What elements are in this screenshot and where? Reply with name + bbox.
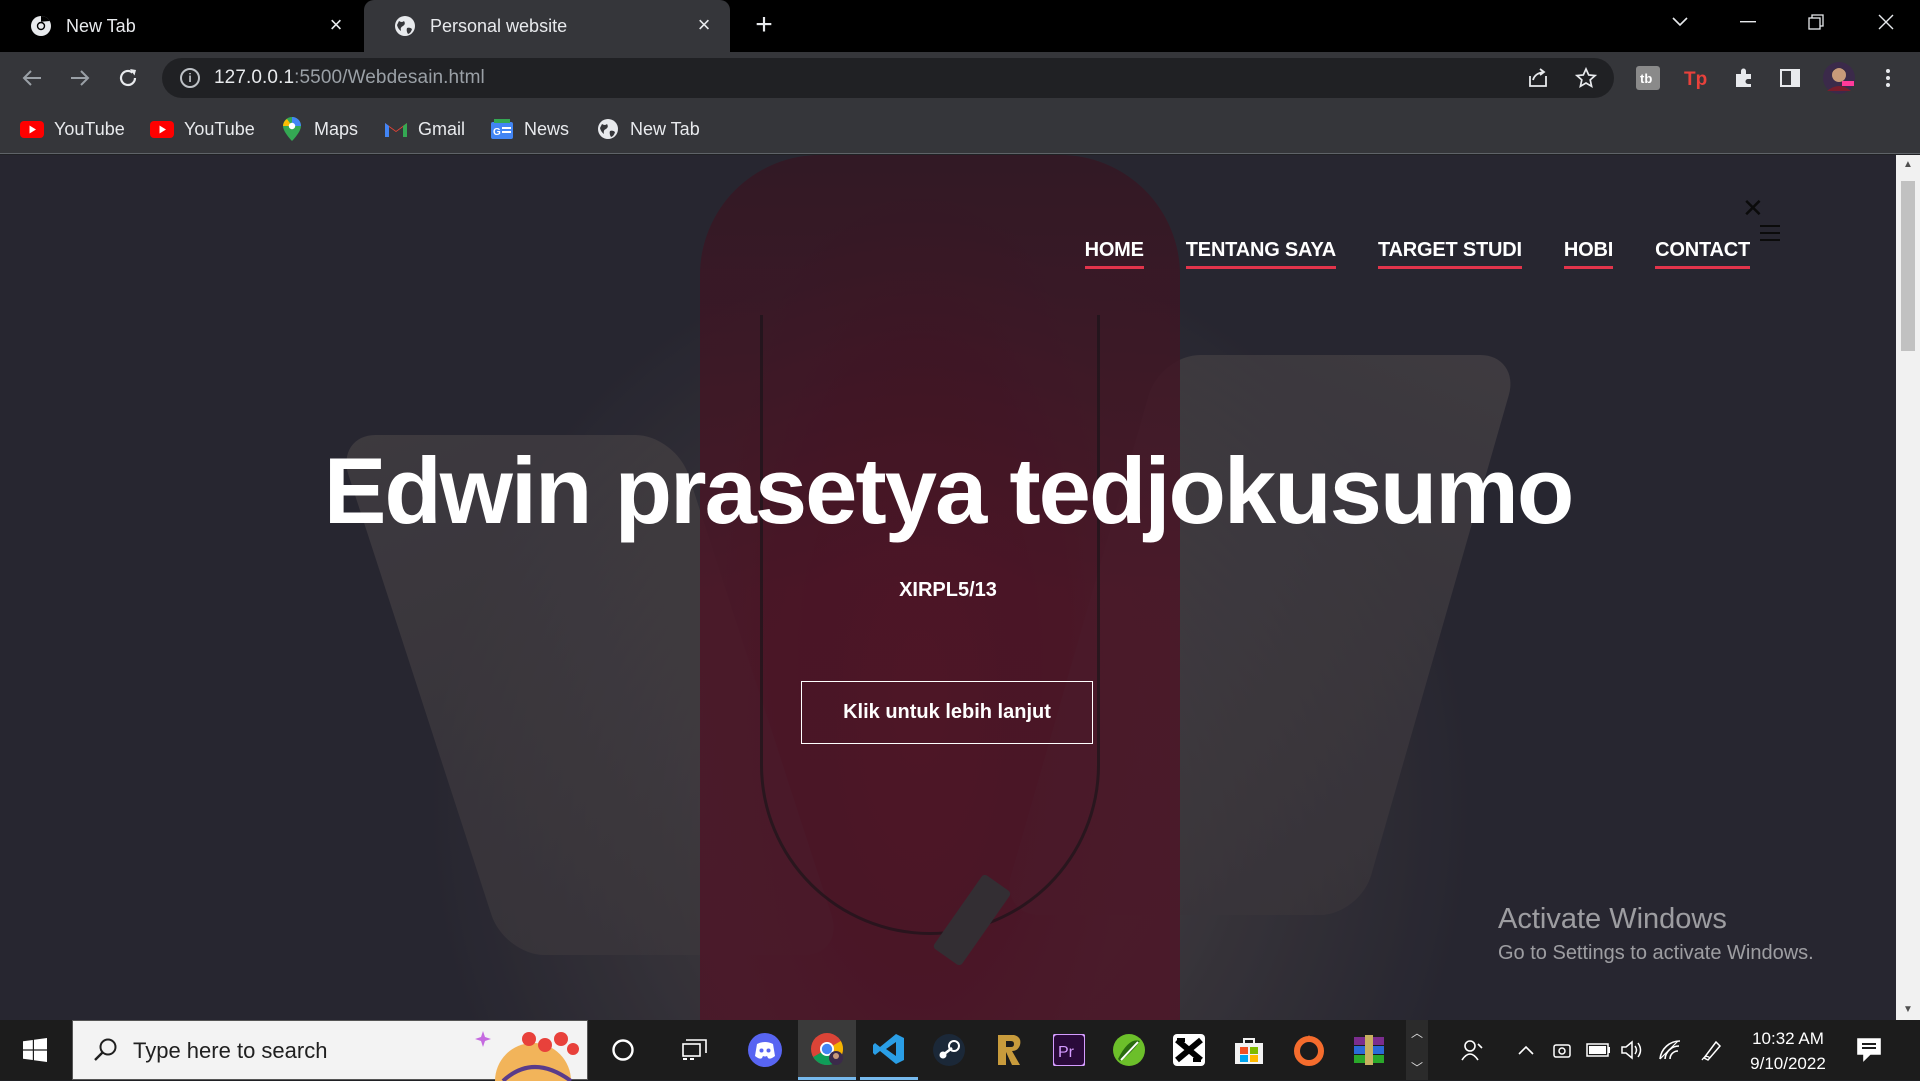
gmail-icon: [384, 119, 408, 139]
people-icon[interactable]: [1460, 1038, 1484, 1062]
chrome-menu-icon[interactable]: [1874, 64, 1902, 92]
extensions-puzzle-icon[interactable]: [1730, 64, 1758, 92]
youtube-icon: [20, 119, 44, 139]
chrome-icon: [30, 15, 52, 37]
bookmark-youtube[interactable]: YouTube: [150, 116, 255, 142]
svg-text:tb: tb: [1640, 71, 1652, 86]
page-scrollbar[interactable]: ▲ ▼: [1896, 155, 1920, 1020]
camera-tray-icon[interactable]: [1550, 1038, 1574, 1062]
close-tab-icon[interactable]: ×: [692, 13, 716, 37]
forward-button[interactable]: [62, 60, 98, 96]
scrollbar-thumb[interactable]: [1901, 181, 1915, 351]
globe-icon: [394, 15, 416, 37]
bookmark-star-icon[interactable]: [1572, 64, 1600, 92]
taskbar-search-box[interactable]: Type here to search: [72, 1020, 588, 1081]
hero-title: Edwin prasetya tedjokusumo: [323, 438, 1575, 543]
nav-link-home[interactable]: HOME: [1084, 239, 1144, 269]
volume-icon[interactable]: [1620, 1038, 1644, 1062]
extension-tp-icon[interactable]: Tp: [1682, 64, 1710, 92]
nav-link-tentang-saya[interactable]: TENTANG SAYA: [1185, 239, 1336, 269]
winrar-icon[interactable]: [1340, 1020, 1398, 1080]
tab-personal-website[interactable]: Personal website ×: [364, 0, 730, 52]
battery-icon[interactable]: [1586, 1038, 1610, 1062]
riot-legends-icon[interactable]: [980, 1020, 1038, 1080]
back-button[interactable]: [14, 60, 50, 96]
scroll-down-arrow-icon[interactable]: ▼: [1896, 1000, 1920, 1020]
site-navigation: HOME TENTANG SAYA TARGET STUDI HOBI CONT…: [1084, 239, 1750, 269]
hero-subtitle: XIRPL5/13: [899, 579, 997, 601]
page-viewport: ✕ HOME TENTANG SAYA TARGET STUDI HOBI CO…: [0, 155, 1896, 1020]
clock-date: 9/10/2022: [1750, 1054, 1826, 1073]
maps-pin-icon: [280, 117, 304, 141]
vscode-icon[interactable]: [860, 1020, 918, 1080]
nav-link-hobi[interactable]: HOBI: [1563, 239, 1613, 269]
microsoft-store-icon[interactable]: [1220, 1020, 1278, 1080]
greenshot-icon[interactable]: [1100, 1020, 1158, 1080]
minimize-button[interactable]: [1720, 0, 1776, 44]
share-icon[interactable]: [1524, 64, 1552, 92]
scroll-up-arrow-icon[interactable]: ▲: [1896, 155, 1920, 175]
news-icon: G: [490, 119, 514, 139]
tab-title: New Tab: [66, 15, 136, 36]
cortana-icon[interactable]: [594, 1020, 652, 1080]
nav-link-contact[interactable]: CONTACT: [1655, 239, 1750, 269]
url-text[interactable]: 127.0.0.1:5500/Webdesain.html: [214, 67, 485, 89]
svg-text:Pr: Pr: [1058, 1044, 1075, 1061]
task-view-icon[interactable]: [666, 1020, 724, 1080]
profile-avatar[interactable]: [1822, 61, 1856, 95]
bookmark-new-tab[interactable]: New Tab: [596, 116, 700, 142]
steam-icon[interactable]: [920, 1020, 978, 1080]
wifi-icon[interactable]: [1658, 1038, 1682, 1062]
discord-icon[interactable]: [736, 1020, 794, 1080]
address-bar[interactable]: i 127.0.0.1:5500/Webdesain.html: [162, 58, 1614, 98]
bookmark-gmail[interactable]: Gmail: [384, 116, 465, 142]
tab-search-icon[interactable]: [1652, 0, 1708, 44]
bookmark-maps[interactable]: Maps: [280, 116, 358, 142]
site-info-icon[interactable]: i: [180, 68, 200, 88]
side-panel-icon[interactable]: [1776, 64, 1804, 92]
search-placeholder: Type here to search: [133, 1038, 328, 1063]
restore-button[interactable]: [1788, 0, 1844, 44]
close-menu-icon[interactable]: ✕: [1742, 193, 1764, 224]
windows-taskbar: Type here to search Pr ︿ ﹀ 10:32 AM 9/10…: [0, 1020, 1920, 1081]
search-icon: [94, 1038, 117, 1061]
tab-strip: New Tab × Personal website × +: [0, 0, 1920, 52]
browser-toolbar: i 127.0.0.1:5500/Webdesain.html tb Tp: [0, 52, 1920, 104]
system-clock[interactable]: 10:32 AM 9/10/2022: [1728, 1026, 1848, 1076]
activate-windows-watermark: Activate Windows Go to Settings to activ…: [1498, 903, 1814, 964]
bookmark-news[interactable]: G News: [490, 116, 569, 142]
clock-time: 10:32 AM: [1752, 1029, 1824, 1048]
premiere-pro-icon[interactable]: Pr: [1040, 1020, 1098, 1080]
youtube-icon: [150, 119, 174, 139]
cta-button[interactable]: Klik untuk lebih lanjut: [801, 681, 1093, 744]
bookmark-youtube[interactable]: YouTube: [20, 116, 125, 142]
tab-title: Personal website: [430, 15, 568, 36]
capcut-icon[interactable]: [1160, 1020, 1218, 1080]
tab-new-tab[interactable]: New Tab ×: [0, 0, 362, 52]
nav-link-target-studi[interactable]: TARGET STUDI: [1378, 239, 1522, 269]
windows-logo-icon: [23, 1038, 47, 1062]
notification-center-icon[interactable]: [1856, 1036, 1882, 1062]
bookmarks-bar: YouTube YouTube Maps Gmail G News New Ta…: [0, 104, 1920, 154]
origin-icon[interactable]: [1280, 1020, 1338, 1080]
start-button[interactable]: [0, 1020, 70, 1080]
close-tab-icon[interactable]: ×: [324, 13, 348, 37]
chrome-taskbar-icon[interactable]: [798, 1020, 856, 1080]
svg-text:G: G: [493, 127, 501, 138]
hamburger-menu-icon[interactable]: [1760, 225, 1780, 241]
pen-workspace-icon[interactable]: [1700, 1038, 1724, 1062]
globe-icon: [596, 119, 620, 139]
reload-button[interactable]: [110, 60, 146, 96]
taskbar-overflow-scroll[interactable]: ︿ ﹀: [1406, 1020, 1428, 1080]
extension-tb-icon[interactable]: tb: [1634, 64, 1662, 92]
svg-text:Tp: Tp: [1684, 69, 1707, 90]
search-highlight-illustration-icon: [475, 1031, 579, 1081]
new-tab-button[interactable]: +: [748, 10, 780, 42]
close-window-button[interactable]: [1858, 0, 1914, 44]
show-hidden-icons-icon[interactable]: [1514, 1038, 1538, 1062]
